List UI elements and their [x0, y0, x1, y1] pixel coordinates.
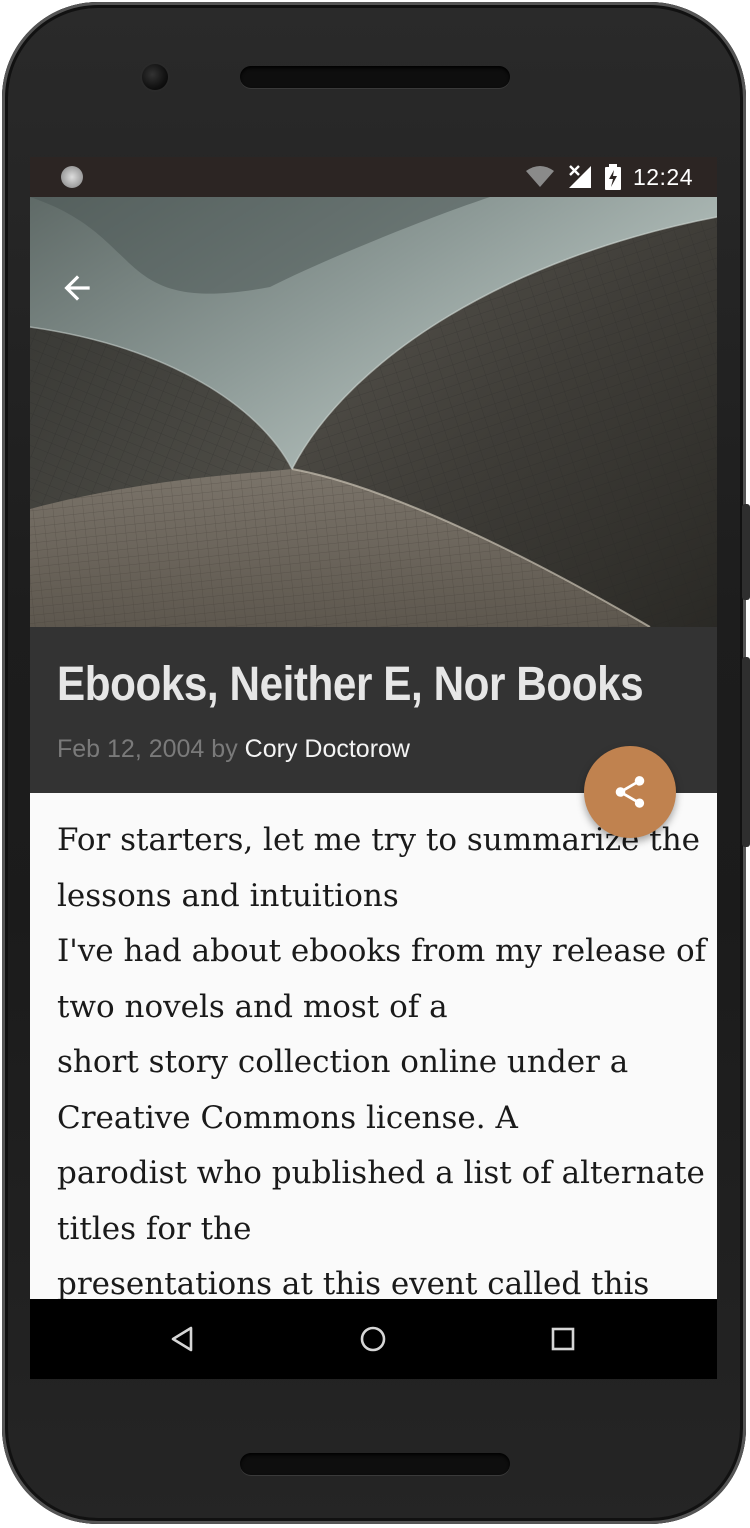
front-camera — [142, 64, 168, 90]
article-line: lessons and intuitions — [57, 877, 399, 914]
article-date: Feb 12, 2004 — [57, 735, 205, 763]
status-time: 12:24 — [632, 163, 693, 190]
navigation-bar — [30, 1299, 717, 1379]
app-screen: 12:24 Ebooks, Neither E, Nor Books Feb 1… — [30, 157, 717, 1379]
byline-by: by — [211, 735, 238, 763]
article-line: I've had about ebooks from my release of — [57, 933, 707, 969]
notification-dot-icon — [61, 166, 83, 188]
article-author[interactable]: Cory Doctorow — [245, 735, 410, 763]
article-line: two novels and most of a — [57, 988, 448, 1025]
nav-home-circle-icon — [360, 1326, 386, 1352]
battery-charging-icon — [604, 164, 621, 190]
share-icon — [615, 776, 645, 808]
hero-image — [30, 197, 717, 627]
nav-home-button[interactable] — [353, 1319, 393, 1359]
article-body: For starters, let me try to summarize th… — [57, 813, 707, 1313]
wifi-icon — [525, 166, 554, 187]
nav-recents-button[interactable] — [543, 1319, 583, 1359]
nav-back-button[interactable] — [163, 1319, 203, 1359]
nav-back-triangle-icon — [171, 1326, 193, 1352]
bottom-speaker — [240, 1453, 510, 1475]
nav-recents-square-icon — [551, 1327, 575, 1351]
cellular-no-signal-icon — [568, 165, 591, 188]
status-bar: 12:24 — [30, 157, 717, 197]
article-title: Ebooks, Neither E, Nor Books — [57, 658, 644, 711]
top-speaker — [240, 66, 510, 88]
back-button[interactable] — [58, 269, 96, 307]
volume-button — [742, 657, 750, 847]
article-byline: Feb 12, 2004 by Cory Doctorow — [57, 735, 410, 764]
article-line: parodist who published a list of alterna… — [57, 1155, 705, 1191]
article-line: titles for the — [57, 1210, 252, 1247]
status-icons: 12:24 — [525, 157, 693, 197]
article-line: Creative Commons license. A — [57, 1099, 518, 1136]
power-button — [742, 504, 750, 600]
article-line: short story collection online under a — [57, 1044, 629, 1080]
arrow-back-icon — [64, 275, 90, 301]
architecture-photo — [30, 197, 717, 627]
share-button[interactable] — [584, 746, 676, 838]
